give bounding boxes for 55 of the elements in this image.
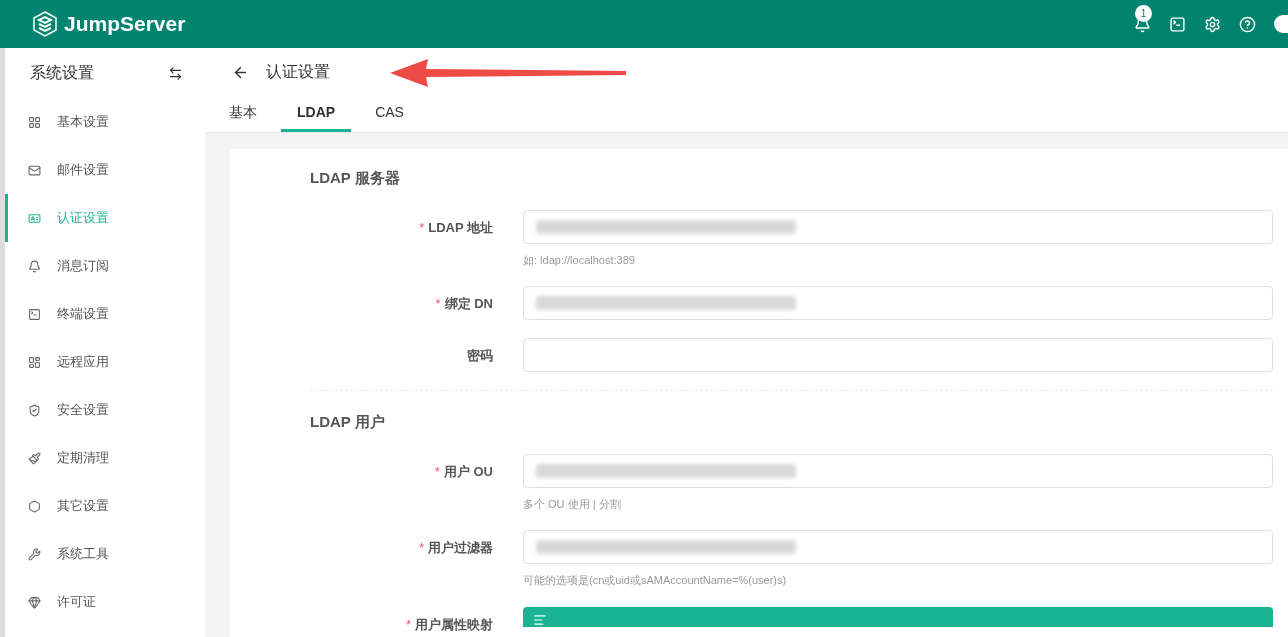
hexagon-icon <box>28 499 41 513</box>
required-mark: * <box>419 218 425 237</box>
notification-count: 1 <box>1135 4 1152 22</box>
sidebar-item[interactable]: 基本设置 <box>5 98 205 146</box>
apps-icon <box>28 355 41 369</box>
input-field[interactable] <box>523 209 1273 244</box>
tab[interactable]: 基本 <box>229 96 273 132</box>
sidebar-item[interactable]: 邮件设置 <box>5 146 205 194</box>
required-mark: * <box>405 615 411 634</box>
sidebar-item[interactable]: 消息订阅 <box>5 242 205 290</box>
field-label: 绑定 DN <box>444 295 493 313</box>
help-text: 可能的选项是(cn或uid或sAMAccountName=%(user)s) <box>523 573 788 588</box>
grid-icon <box>28 115 41 129</box>
wrench-icon <box>28 547 41 561</box>
field-label: 密码 <box>467 347 493 365</box>
field-label: 用户过滤器 <box>428 539 493 557</box>
avatar[interactable] <box>1274 15 1288 33</box>
input-field[interactable] <box>523 286 1273 320</box>
field-label: LDAP 地址 <box>428 218 493 237</box>
required-mark: * <box>435 295 441 313</box>
terminal-icon <box>28 307 41 321</box>
help-text: 如: ldap://localhost:389 <box>523 252 636 268</box>
section-title: LDAP 用户 <box>310 412 386 432</box>
logo-icon <box>32 11 58 37</box>
sidebar-title: 系统设置 <box>30 63 94 83</box>
input-field[interactable] <box>523 530 1273 564</box>
sidebar-item[interactable]: 终端设置 <box>5 290 205 338</box>
sidebar-item[interactable]: 定期清理 <box>5 434 205 482</box>
tab[interactable]: LDAP <box>281 96 352 132</box>
sidebar-item[interactable]: 许可证 <box>5 578 205 626</box>
sidebar-item[interactable]: 安全设置 <box>5 386 205 434</box>
settings-icon[interactable] <box>1204 15 1221 33</box>
id-card-icon <box>28 211 41 225</box>
tab[interactable]: CAS <box>359 96 420 132</box>
input-field[interactable] <box>523 338 1273 372</box>
help-text: 多个 OU 使用 | 分割 <box>523 496 622 512</box>
page-title: 认证设置 <box>266 62 330 82</box>
required-mark: * <box>418 539 424 557</box>
help-icon[interactable] <box>1239 15 1256 33</box>
brush-icon <box>28 451 41 465</box>
required-mark: * <box>434 462 440 481</box>
diamond-icon <box>28 595 41 609</box>
sidebar-item[interactable]: 系统工具 <box>5 530 205 578</box>
collapse-icon[interactable] <box>168 65 183 81</box>
field-label: 用户 OU <box>443 462 493 481</box>
sidebar-item[interactable]: 远程应用 <box>5 338 205 386</box>
terminal-icon[interactable] <box>1169 15 1186 33</box>
section-title: LDAP 服务器 <box>310 168 401 188</box>
sidebar-item[interactable]: 其它设置 <box>5 482 205 530</box>
shield-icon <box>28 403 41 417</box>
mail-icon <box>28 163 41 177</box>
input-field[interactable] <box>523 453 1273 488</box>
brand-name: JumpServer <box>64 11 186 38</box>
bell-icon <box>28 259 41 273</box>
field-label: 用户属性映射 <box>415 615 493 634</box>
